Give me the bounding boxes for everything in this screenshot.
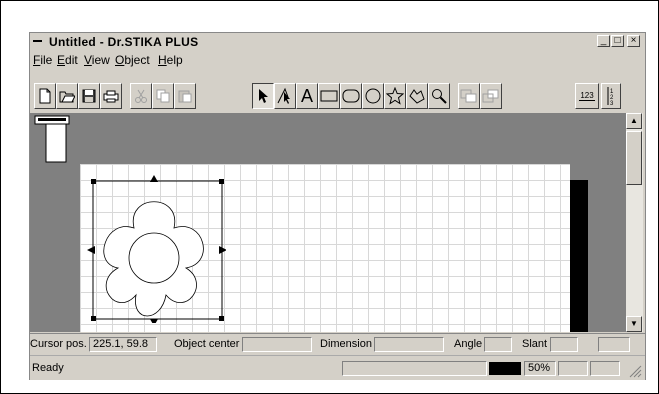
object-center-field	[242, 337, 312, 352]
menu-bar: File Edit View Object Help	[30, 51, 645, 67]
rectangle-tool-button[interactable]	[318, 83, 340, 109]
scroll-thumb[interactable]	[626, 131, 642, 185]
bring-forward-button[interactable]	[458, 83, 480, 109]
cut-button[interactable]	[130, 83, 152, 109]
magnifier-icon	[432, 89, 447, 104]
zoom-field: 50%	[524, 361, 556, 376]
extra-field	[598, 337, 630, 352]
node-edit-icon	[277, 87, 290, 104]
star-icon	[386, 87, 404, 105]
close-button[interactable]: ×	[627, 35, 640, 47]
copy-button[interactable]	[152, 83, 174, 109]
polygon-tool-button[interactable]	[406, 83, 428, 109]
zoom-tool-button[interactable]	[428, 83, 450, 109]
app-window: Untitled - Dr.STIKA PLUS _ □ × File Edit…	[29, 32, 646, 380]
svg-text:3: 3	[610, 101, 614, 106]
rounded-rectangle-icon	[342, 89, 360, 103]
scissors-icon	[135, 89, 147, 103]
scroll-up-button[interactable]: ▲	[626, 113, 642, 129]
open-file-button[interactable]	[56, 83, 78, 109]
progress-field	[342, 361, 487, 376]
dimension-field	[374, 337, 444, 352]
object-center-label: Object center	[174, 338, 240, 350]
send-backward-button[interactable]	[480, 83, 502, 109]
printer-icon	[103, 90, 119, 103]
menu-view[interactable]: View	[84, 53, 110, 67]
open-folder-icon	[59, 91, 75, 103]
measurement-bar: Cursor pos. 225.1, 59.8 Object center Di…	[30, 333, 645, 354]
bring-forward-icon	[460, 89, 477, 103]
horizontal-number-button[interactable]: 123	[575, 83, 599, 109]
vertical-number-button[interactable]: 1 2 3	[601, 83, 621, 109]
select-tool-button[interactable]	[252, 83, 274, 109]
ellipse-icon	[365, 88, 381, 104]
window-title: Untitled - Dr.STIKA PLUS	[49, 35, 199, 49]
slant-field	[550, 337, 578, 352]
flower-shape-selection[interactable]	[86, 173, 226, 323]
ellipse-tool-button[interactable]	[362, 83, 384, 109]
cursor-pos-label: Cursor pos.	[30, 338, 87, 350]
drawing-canvas[interactable]	[30, 113, 626, 332]
angle-field	[484, 337, 512, 352]
save-button[interactable]	[78, 83, 100, 109]
menu-edit[interactable]: Edit	[57, 53, 78, 67]
plotter-icon	[34, 115, 70, 163]
minimize-button[interactable]: _	[597, 35, 610, 47]
status-bar: Ready 50%	[30, 355, 645, 380]
new-file-button[interactable]	[34, 83, 56, 109]
menu-file[interactable]: File	[33, 53, 52, 67]
star-tool-button[interactable]	[384, 83, 406, 109]
page-frame: Untitled - Dr.STIKA PLUS _ □ × File Edit…	[0, 0, 659, 394]
vertical-number-icon: 1 2 3	[607, 87, 614, 106]
menu-object[interactable]: Object	[115, 53, 150, 67]
status-field-b	[590, 361, 620, 376]
menu-help[interactable]: Help	[158, 53, 183, 67]
arrow-pointer-icon	[259, 89, 268, 103]
toolbar: A 123 1 2 3	[30, 70, 645, 109]
text-tool-label: A	[300, 85, 313, 106]
rounded-rectangle-tool-button[interactable]	[340, 83, 362, 109]
vertical-scrollbar[interactable]: ▲ ▼	[626, 113, 643, 332]
ready-text: Ready	[32, 362, 64, 374]
node-edit-tool-button[interactable]	[274, 83, 296, 109]
copy-icon	[156, 89, 170, 103]
text-tool-button[interactable]: A	[296, 83, 318, 109]
maximize-button[interactable]: □	[611, 35, 624, 47]
resize-grip-icon[interactable]	[628, 364, 642, 378]
floppy-disk-icon	[82, 89, 96, 103]
clipboard-icon	[178, 90, 192, 103]
print-button[interactable]	[100, 83, 122, 109]
slant-label: Slant	[522, 338, 548, 350]
scroll-down-button[interactable]: ▼	[626, 316, 642, 332]
system-menu-icon[interactable]	[33, 40, 42, 42]
cursor-pos-field: 225.1, 59.8	[89, 337, 157, 352]
status-field-a	[558, 361, 588, 376]
polygon-icon	[409, 89, 425, 104]
progress-indicator	[489, 362, 521, 375]
new-file-icon	[39, 88, 51, 104]
send-backward-icon	[482, 89, 499, 103]
paste-button[interactable]	[174, 83, 196, 109]
horizontal-number-label: 123	[579, 91, 595, 101]
title-bar: Untitled - Dr.STIKA PLUS _ □ ×	[30, 33, 645, 50]
page-shadow	[570, 180, 588, 332]
rectangle-icon	[320, 90, 338, 102]
angle-label: Angle	[454, 338, 483, 350]
dimension-label: Dimension	[320, 338, 372, 350]
